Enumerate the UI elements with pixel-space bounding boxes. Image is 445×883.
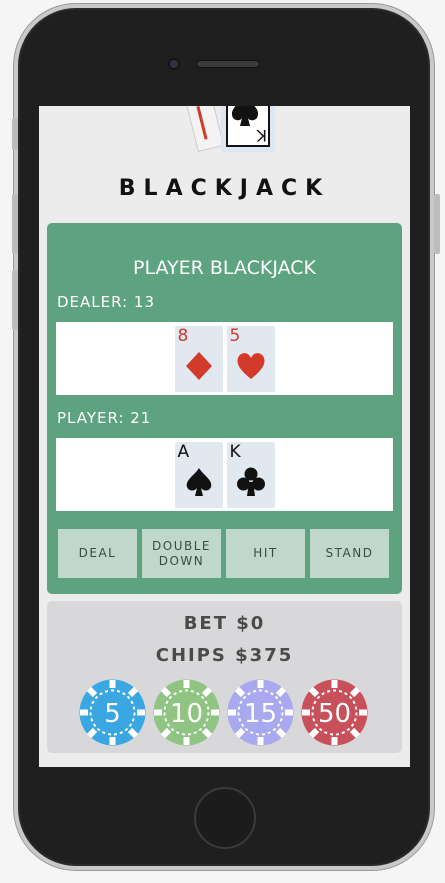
playing-card: A <box>174 441 223 508</box>
volume-down-button <box>12 270 18 330</box>
dealer-score: DEALER: 13 <box>57 293 155 311</box>
chip-10[interactable]: 10 <box>153 679 220 746</box>
blackjack-logo-icon: K <box>185 106 275 153</box>
chip-50[interactable]: 50 <box>301 679 368 746</box>
playing-card: 8 <box>174 325 223 392</box>
double-down-label-line1: DOUBLE <box>152 538 211 553</box>
heart-icon <box>237 352 264 379</box>
deal-button[interactable]: DEAL <box>58 529 137 578</box>
card-table: PLAYER BLACKJACK DEALER: 13 8 5 PLAYER: … <box>47 223 402 594</box>
home-button[interactable] <box>194 787 256 849</box>
chip-value: 5 <box>104 699 121 729</box>
card-rank: 5 <box>229 325 241 346</box>
volume-up-button <box>12 194 18 254</box>
double-down-label-line2: DOWN <box>158 553 205 568</box>
speaker-grille <box>196 60 260 68</box>
chip-5[interactable]: 5 <box>79 679 146 746</box>
game-screen: K BLACKJACK PLAYER BLACKJACK DEALER: 13 … <box>39 106 410 767</box>
double-down-button[interactable]: DOUBLE DOWN <box>142 529 221 578</box>
bankroll-panel: BET $0 CHIPS $375 5 10 15 50 <box>47 601 402 753</box>
chips-total: CHIPS $375 <box>155 645 294 666</box>
chip-value: 50 <box>318 699 351 729</box>
club-icon <box>236 467 265 496</box>
hit-button[interactable]: HIT <box>226 529 305 578</box>
power-button <box>434 194 440 254</box>
camera-icon <box>168 58 180 70</box>
playing-card: K <box>226 441 275 508</box>
action-buttons: DEAL DOUBLE DOWN HIT STAND <box>58 529 389 578</box>
card-rank: 8 <box>177 325 189 346</box>
chip-15[interactable]: 15 <box>227 679 294 746</box>
mute-switch <box>12 118 18 150</box>
spade-icon <box>186 467 211 496</box>
player-score: PLAYER: 21 <box>57 409 152 427</box>
stand-button[interactable]: STAND <box>310 529 389 578</box>
game-title: BLACKJACK <box>118 176 331 201</box>
dealer-hand: 8 5 <box>56 322 393 395</box>
svg-text:K: K <box>256 126 267 145</box>
chip-value: 15 <box>244 699 277 729</box>
diamond-icon <box>185 351 212 380</box>
card-rank: K <box>229 441 241 462</box>
player-hand: A K <box>56 438 393 511</box>
chip-selector: 5 10 15 50 <box>79 679 368 746</box>
game-status: PLAYER BLACKJACK <box>133 257 316 279</box>
card-rank: A <box>177 441 190 462</box>
chip-value: 10 <box>170 699 203 729</box>
bet-amount: BET $0 <box>183 613 266 634</box>
playing-card: 5 <box>226 325 275 392</box>
